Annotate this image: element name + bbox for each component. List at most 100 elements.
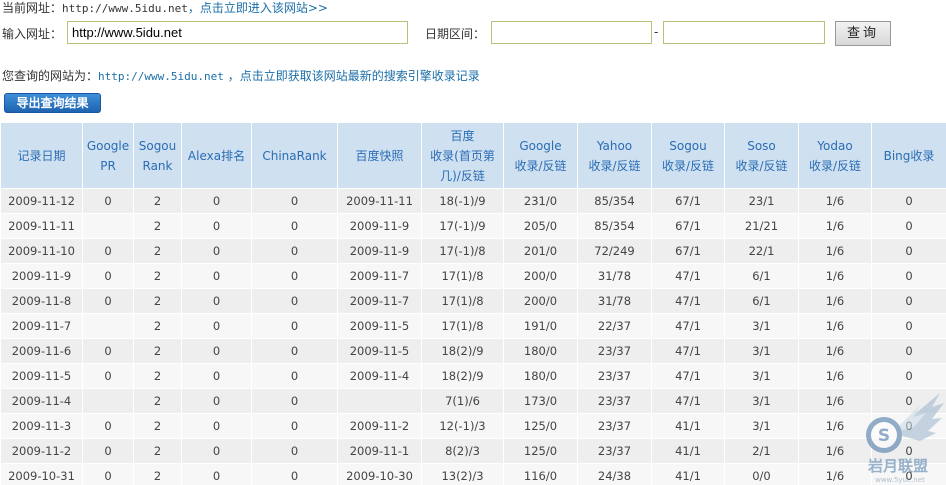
column-header-yahoo-index: Yahoo 收录/反链	[577, 122, 652, 189]
cell-google-pr: 0	[82, 288, 134, 314]
column-header-text: ChinaRank	[262, 148, 327, 163]
fetch-latest-link[interactable]: ，点击立即获取该网站最新的搜索引擎收录记录	[228, 69, 480, 83]
column-header-text: 百度快照	[355, 148, 404, 163]
cell-sogou-index: 47/1	[651, 288, 725, 314]
cell-china-rank: 0	[251, 313, 338, 339]
cell-bing-index: 0	[871, 463, 946, 485]
cell-soso-index: 3/1	[724, 363, 799, 389]
column-header-google-pr: Google PR	[82, 122, 134, 189]
current-site-url: http://www.5idu.net	[62, 2, 188, 15]
column-header-text: 收录/反链	[735, 158, 788, 173]
table-row: 2009-11-7 2 0 0 2009-11-5 17(1)/8 191/0 22/37 47…	[0, 313, 946, 339]
cell-sogou-rank: 2	[133, 213, 182, 239]
cell-sogou-rank: 2	[133, 463, 182, 485]
cell-yahoo-index: 31/78	[577, 263, 652, 289]
table-row: 2009-11-4 2 0 0 7(1)/6 173/0 23/37 47/1 3/1 1/6 0	[0, 388, 946, 414]
column-header-text: 收录(首页第	[430, 148, 495, 163]
cell-yodao-index: 1/6	[798, 438, 872, 464]
cell-baidu-index: 17(1)/8	[421, 313, 504, 339]
column-header-sogou-rank: Sogou Rank	[133, 122, 182, 189]
cell-google-index: 231/0	[503, 188, 578, 214]
cell-alexa-rank: 0	[181, 438, 252, 464]
cell-alexa-rank: 0	[181, 363, 252, 389]
cell-sogou-index: 41/1	[651, 413, 725, 439]
cell-alexa-rank: 0	[181, 263, 252, 289]
cell-baidu-snapshot: 2009-11-9	[337, 213, 422, 239]
column-header-text: 收录/反链	[514, 158, 567, 173]
cell-google-index: 180/0	[503, 363, 578, 389]
cell-sogou-rank: 2	[133, 288, 182, 314]
cell-alexa-rank: 0	[181, 388, 252, 414]
cell-google-index: 180/0	[503, 338, 578, 364]
query-button[interactable]: 查询	[835, 21, 891, 46]
cell-china-rank: 0	[251, 413, 338, 439]
cell-bing-index: 0	[871, 238, 946, 264]
cell-baidu-snapshot: 2009-11-5	[337, 313, 422, 339]
column-header-text: Yodao	[817, 138, 853, 153]
cell-china-rank: 0	[251, 188, 338, 214]
column-header-text: Google	[519, 138, 562, 153]
table-row: 2009-11-10 0 2 0 0 2009-11-9 17(-1)/8 201/0 72/2…	[0, 238, 946, 264]
url-input[interactable]	[67, 21, 408, 44]
cell-sogou-index: 67/1	[651, 188, 725, 214]
cell-baidu-index: 12(-1)/3	[421, 413, 504, 439]
table-row: 2009-11-3 0 2 0 0 2009-11-2 12(-1)/3 125/0 23/37…	[0, 413, 946, 439]
cell-bing-index: 0	[871, 213, 946, 239]
current-site-label: 当前网址：	[2, 1, 63, 15]
column-header-china-rank: ChinaRank	[251, 122, 338, 189]
cell-alexa-rank: 0	[181, 288, 252, 314]
cell-baidu-index: 17(1)/8	[421, 263, 504, 289]
date-to-input[interactable]	[663, 21, 825, 44]
cell-sogou-index: 47/1	[651, 363, 725, 389]
cell-record-date: 2009-11-6	[0, 338, 83, 364]
cell-china-rank: 0	[251, 363, 338, 389]
cell-yahoo-index: 85/354	[577, 188, 652, 214]
cell-bing-index: 0	[871, 188, 946, 214]
cell-baidu-index: 18(-1)/9	[421, 188, 504, 214]
column-header-text: Rank	[142, 158, 173, 173]
cell-baidu-index: 7(1)/6	[421, 388, 504, 414]
date-from-input[interactable]	[491, 21, 652, 44]
cell-yahoo-index: 23/37	[577, 413, 652, 439]
cell-china-rank: 0	[251, 263, 338, 289]
cell-sogou-rank: 2	[133, 363, 182, 389]
cell-alexa-rank: 0	[181, 338, 252, 364]
cell-baidu-snapshot: 2009-11-4	[337, 363, 422, 389]
cell-sogou-rank: 2	[133, 188, 182, 214]
result-note-prefix: 您查询的网站为：	[2, 69, 99, 83]
cell-yahoo-index: 85/354	[577, 213, 652, 239]
column-header-text: Google	[86, 138, 130, 153]
cell-google-pr: 0	[82, 438, 134, 464]
cell-google-index: 173/0	[503, 388, 578, 414]
cell-soso-index: 3/1	[724, 313, 799, 339]
cell-google-pr: 0	[82, 263, 134, 289]
date-range-label: 日期区间：	[425, 27, 486, 41]
cell-record-date: 2009-11-12	[0, 188, 83, 214]
cell-alexa-rank: 0	[181, 463, 252, 485]
cell-record-date: 2009-11-5	[0, 363, 83, 389]
cell-baidu-snapshot: 2009-11-11	[337, 188, 422, 214]
query-form: 输入网址： 日期区间： - 查询	[0, 20, 946, 46]
cell-baidu-snapshot: 2009-11-1	[337, 438, 422, 464]
cell-google-pr	[82, 313, 134, 339]
cell-record-date: 2009-11-4	[0, 388, 83, 414]
cell-record-date: 2009-11-2	[0, 438, 83, 464]
cell-bing-index: 0	[871, 263, 946, 289]
cell-bing-index: 0	[871, 388, 946, 414]
cell-soso-index: 2/1	[724, 438, 799, 464]
export-results-button[interactable]: 导出查询结果	[4, 93, 101, 113]
current-site-line: 当前网址：http://www.5idu.net，点击立即进入该网站>>	[2, 0, 328, 18]
cell-soso-index: 22/1	[724, 238, 799, 264]
cell-sogou-index: 47/1	[651, 388, 725, 414]
cell-alexa-rank: 0	[181, 238, 252, 264]
cell-google-pr: 0	[82, 413, 134, 439]
cell-bing-index: 0	[871, 288, 946, 314]
cell-record-date: 2009-11-7	[0, 313, 83, 339]
table-body: 2009-11-12 0 2 0 0 2009-11-11 18(-1)/9 231/0 85/…	[0, 188, 946, 485]
cell-soso-index: 0/0	[724, 463, 799, 485]
cell-record-date: 2009-11-10	[0, 238, 83, 264]
enter-site-link[interactable]: ，点击立即进入该网站>>	[188, 1, 328, 15]
cell-yahoo-index: 22/37	[577, 313, 652, 339]
cell-china-rank: 0	[251, 288, 338, 314]
column-header-baidu-snapshot: 百度快照	[337, 122, 422, 189]
